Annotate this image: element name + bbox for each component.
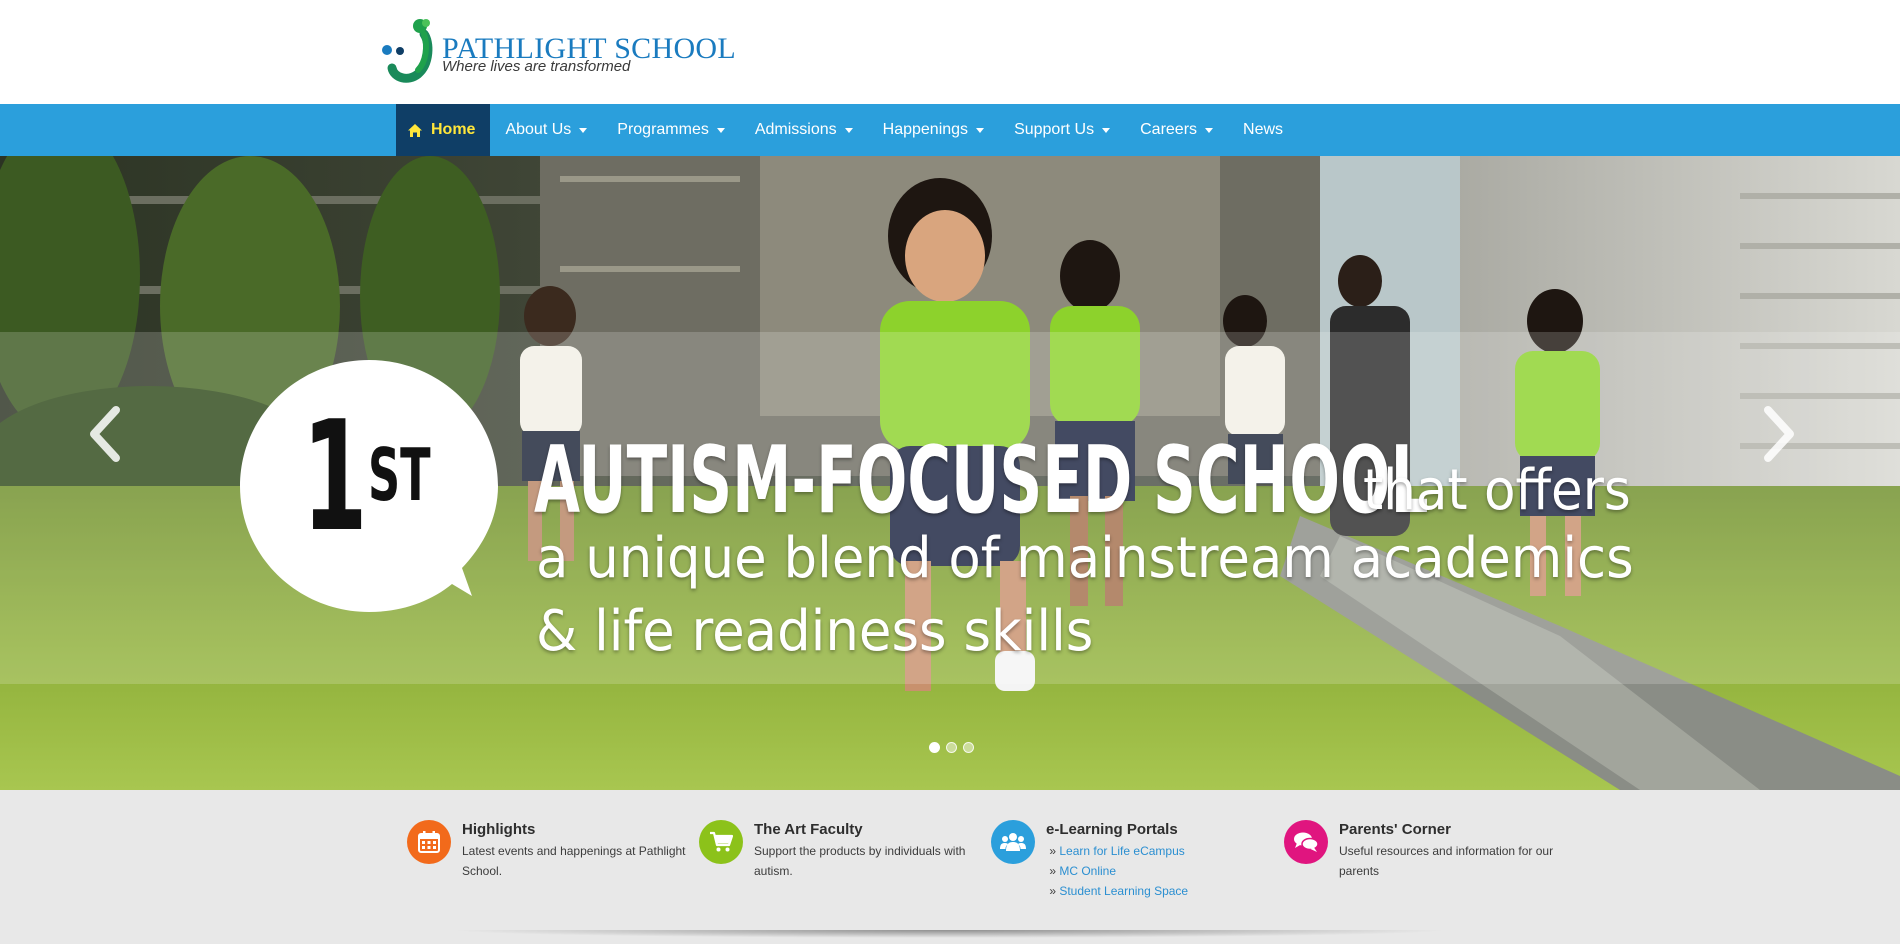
portal-link-item: » Learn for Life eCampus xyxy=(1046,844,1185,858)
site-logo[interactable]: PATHLIGHT SCHOOL Where lives are transfo… xyxy=(380,18,736,88)
cart-icon[interactable] xyxy=(699,820,743,864)
features-strip: Highlights Latest events and happenings … xyxy=(0,790,1900,944)
nav-label-home: Home xyxy=(431,121,476,138)
nav-label-careers: Careers xyxy=(1140,121,1198,138)
home-icon xyxy=(407,123,423,138)
slider-dot-2[interactable] xyxy=(946,742,957,753)
logo-tagline: Where lives are transformed xyxy=(442,58,631,75)
portal-link-item: » MC Online xyxy=(1046,864,1117,878)
chevron-left-icon xyxy=(90,406,120,462)
slider-dot-1[interactable] xyxy=(929,742,940,753)
feature-text-art-faculty: Support the products by individuals with… xyxy=(754,844,966,878)
feature-title-highlights[interactable]: Highlights xyxy=(462,820,692,840)
caret-down-icon xyxy=(976,127,985,133)
link-student-learning-space[interactable]: Student Learning Space xyxy=(1059,884,1188,898)
nav-item-happenings[interactable]: Happenings xyxy=(868,104,999,156)
slider-dot-3[interactable] xyxy=(963,742,974,753)
nav-item-news[interactable]: News xyxy=(1228,104,1298,156)
feature-title-e-learning[interactable]: e-Learning Portals xyxy=(1046,820,1276,840)
main-navigation: Home About Us Programmes Admissions Happ… xyxy=(0,104,1900,156)
nav-label-programmes: Programmes xyxy=(617,121,709,138)
chevron-right-icon xyxy=(1764,406,1794,462)
nav-item-home[interactable]: Home xyxy=(396,104,491,156)
hero-headline-line3: & life readiness skills xyxy=(536,599,1094,664)
pathlight-logo-icon xyxy=(382,19,433,83)
nav-label-admissions: Admissions xyxy=(754,121,837,138)
feature-title-art-faculty[interactable]: The Art Faculty xyxy=(754,820,984,840)
link-mc-online[interactable]: MC Online xyxy=(1059,864,1116,878)
nav-item-careers[interactable]: Careers xyxy=(1125,104,1228,156)
nav-label-news: News xyxy=(1243,121,1284,138)
nav-item-support-us[interactable]: Support Us xyxy=(999,104,1125,156)
slider-next-button[interactable] xyxy=(1758,404,1798,464)
hero-headline-bold: AUTISM-FOCUSED SCHOOL xyxy=(534,426,1429,534)
hero-slider: 1 ST AUTISM-FOCUSED SCHOOL that offers a… xyxy=(0,156,1900,790)
site-header: PATHLIGHT SCHOOL Where lives are transfo… xyxy=(0,0,1900,104)
hero-headline-line2: a unique blend of mainstream academics xyxy=(536,526,1634,591)
feature-text-highlights: Latest events and happenings at Pathligh… xyxy=(462,844,686,878)
caret-down-icon xyxy=(1102,127,1111,133)
nav-label-support-us: Support Us xyxy=(1014,121,1095,138)
divider-shadow xyxy=(448,930,1452,938)
nav-item-programmes[interactable]: Programmes xyxy=(602,104,740,156)
caret-down-icon xyxy=(716,127,725,133)
users-icon[interactable] xyxy=(991,820,1035,864)
hero-badge-number: 1 xyxy=(302,388,368,565)
calendar-icon[interactable] xyxy=(407,820,451,864)
feature-title-parents-corner[interactable]: Parents' Corner xyxy=(1339,820,1569,840)
nav-label-about-us: About Us xyxy=(505,121,572,138)
portal-link-item: » Student Learning Space xyxy=(1046,884,1189,898)
chat-icon[interactable] xyxy=(1284,820,1328,864)
hero-badge-suffix: ST xyxy=(368,433,431,517)
nav-label-happenings: Happenings xyxy=(882,121,969,138)
nav-item-admissions[interactable]: Admissions xyxy=(740,104,868,156)
link-learn-for-life[interactable]: Learn for Life eCampus xyxy=(1059,844,1184,858)
feature-text-parents-corner: Useful resources and information for our… xyxy=(1339,844,1554,878)
caret-down-icon xyxy=(1205,127,1214,133)
nav-item-about-us[interactable]: About Us xyxy=(490,104,602,156)
slider-pagination xyxy=(929,742,974,753)
hero-headline-line1: that offers xyxy=(1363,458,1631,523)
slider-prev-button[interactable] xyxy=(86,404,126,464)
caret-down-icon xyxy=(844,127,853,133)
caret-down-icon xyxy=(579,127,588,133)
